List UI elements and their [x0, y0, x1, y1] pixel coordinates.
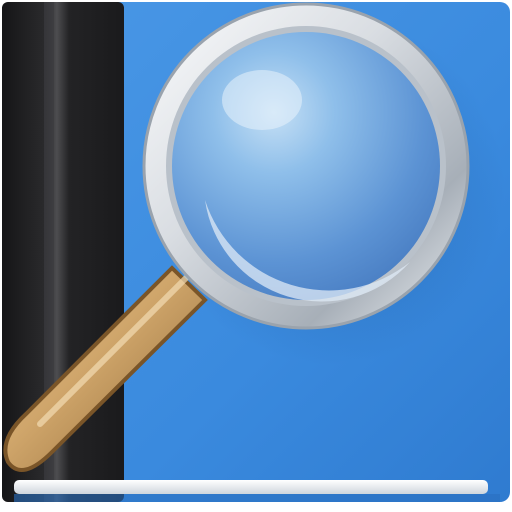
book-search-icon [0, 0, 512, 512]
page-edge [14, 480, 488, 494]
magnifier-lens [172, 32, 440, 300]
book-search-icon-graphic [2, 2, 510, 502]
